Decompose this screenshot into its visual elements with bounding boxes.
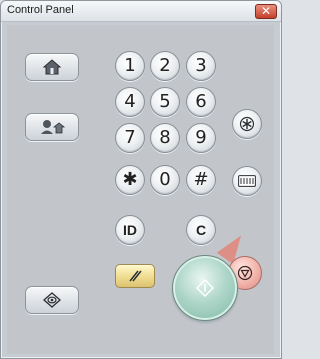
key-9[interactable]: 9 bbox=[186, 123, 216, 153]
user-switch-icon bbox=[39, 118, 65, 136]
settings-button[interactable] bbox=[232, 109, 262, 139]
key-3[interactable]: 3 bbox=[186, 51, 216, 81]
control-panel-window: Control Panel ✕ 1 2 3 4 5 6 7 8 9 ✱ 0 # … bbox=[0, 0, 282, 359]
key-7-label: 7 bbox=[124, 127, 136, 148]
titlebar: Control Panel ✕ bbox=[1, 1, 281, 22]
id-button[interactable]: ID bbox=[115, 215, 145, 245]
key-2[interactable]: 2 bbox=[150, 51, 180, 81]
key-star-label: ✱ bbox=[122, 169, 138, 190]
key-3-label: 3 bbox=[195, 55, 207, 76]
counter-button[interactable] bbox=[232, 166, 262, 196]
start-button[interactable] bbox=[172, 255, 238, 321]
eye-diamond-icon bbox=[42, 292, 62, 308]
user-switch-button[interactable] bbox=[25, 113, 79, 141]
key-4-label: 4 bbox=[124, 91, 136, 112]
stop-octagon-icon bbox=[237, 265, 253, 281]
key-6[interactable]: 6 bbox=[186, 87, 216, 117]
counter-display-icon bbox=[238, 175, 256, 187]
panel-area: 1 2 3 4 5 6 7 8 9 ✱ 0 # ID C bbox=[7, 25, 274, 354]
close-button[interactable]: ✕ bbox=[255, 4, 277, 19]
home-button[interactable] bbox=[25, 53, 79, 81]
key-2-label: 2 bbox=[159, 55, 171, 76]
key-4[interactable]: 4 bbox=[115, 87, 145, 117]
key-1-label: 1 bbox=[124, 55, 136, 76]
key-5[interactable]: 5 bbox=[150, 87, 180, 117]
key-9-label: 9 bbox=[195, 127, 207, 148]
id-button-label: ID bbox=[123, 222, 137, 238]
key-1[interactable]: 1 bbox=[115, 51, 145, 81]
view-button[interactable] bbox=[25, 286, 79, 314]
clear-c-button[interactable]: C bbox=[186, 215, 216, 245]
key-hash[interactable]: # bbox=[186, 165, 216, 195]
window-title: Control Panel bbox=[7, 4, 74, 16]
key-5-label: 5 bbox=[159, 91, 171, 112]
home-icon bbox=[42, 58, 62, 76]
start-diamond-icon bbox=[195, 278, 215, 298]
key-0[interactable]: 0 bbox=[150, 165, 180, 195]
key-8-label: 8 bbox=[159, 127, 171, 148]
key-6-label: 6 bbox=[195, 91, 207, 112]
settings-star-icon bbox=[239, 116, 255, 132]
clear-slash-icon bbox=[127, 269, 143, 283]
clear-c-label: C bbox=[195, 222, 207, 238]
key-hash-label: # bbox=[193, 169, 209, 190]
clear-button[interactable] bbox=[115, 264, 155, 288]
key-star[interactable]: ✱ bbox=[115, 165, 145, 195]
key-7[interactable]: 7 bbox=[115, 123, 145, 153]
key-8[interactable]: 8 bbox=[150, 123, 180, 153]
key-0-label: 0 bbox=[159, 169, 171, 190]
